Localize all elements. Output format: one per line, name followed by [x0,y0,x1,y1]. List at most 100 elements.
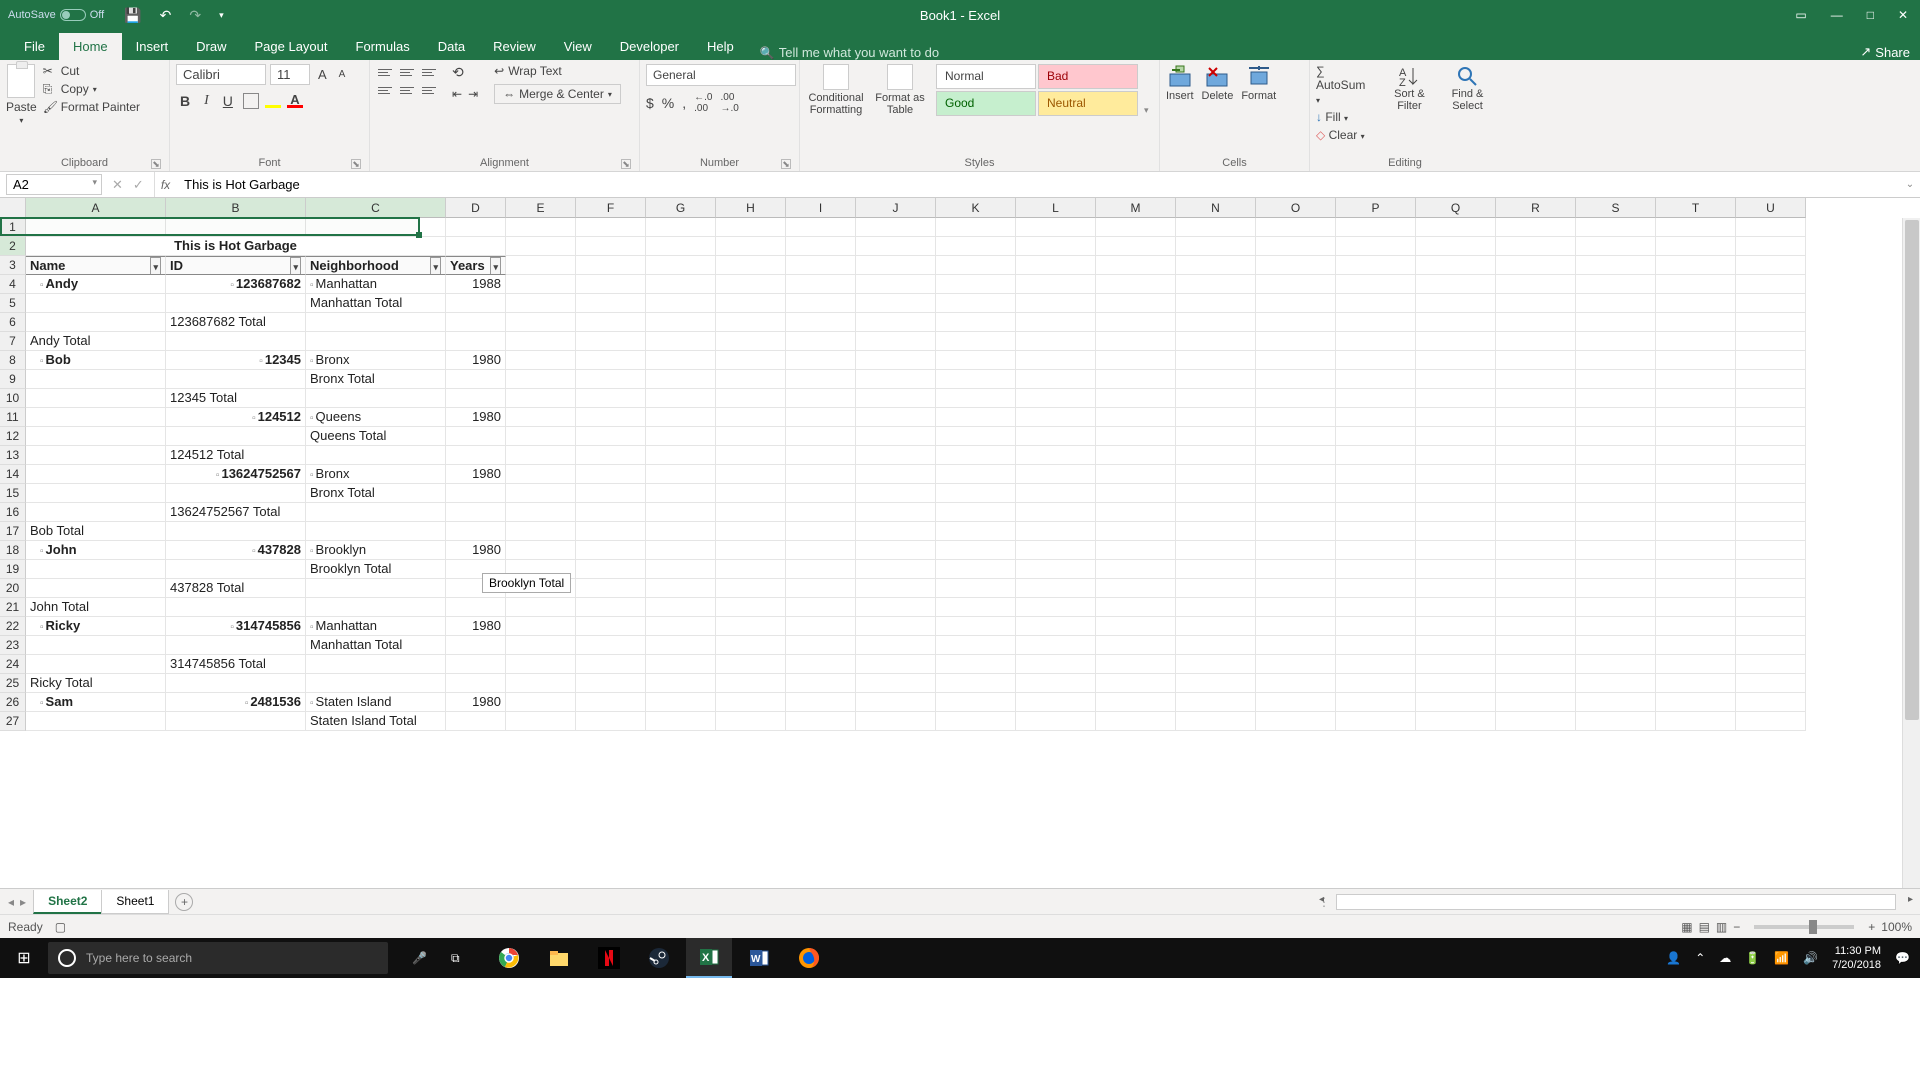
cell[interactable] [576,389,646,408]
collapse-icon[interactable]: ▫ [40,356,44,367]
cell[interactable] [1416,218,1496,237]
fill-color-button[interactable] [265,94,281,108]
cell[interactable] [446,332,506,351]
cell[interactable] [26,484,166,503]
cell[interactable] [1336,560,1416,579]
cell[interactable] [26,503,166,522]
cell[interactable] [1576,579,1656,598]
increase-indent-icon[interactable]: ⇥ [468,87,478,101]
cell[interactable] [1016,693,1096,712]
cell[interactable] [716,408,786,427]
cell[interactable] [1016,636,1096,655]
macro-record-icon[interactable]: ▢ [55,920,66,934]
maximize-icon[interactable]: □ [1867,8,1874,22]
wrap-text-button[interactable]: ↩Wrap Text [494,64,621,78]
cell[interactable] [1176,294,1256,313]
cell[interactable] [576,503,646,522]
cell[interactable] [506,218,576,237]
ribbon-tab-page-layout[interactable]: Page Layout [241,33,342,60]
format-painter-button[interactable]: 🖌Format Painter [43,100,140,114]
cell[interactable] [506,655,576,674]
cell[interactable] [576,370,646,389]
percent-format-icon[interactable]: % [662,95,674,111]
cell[interactable] [936,636,1016,655]
cell[interactable] [1496,294,1576,313]
cell[interactable] [1336,636,1416,655]
cell[interactable] [1096,370,1176,389]
cell[interactable] [1336,674,1416,693]
cut-button[interactable]: ✂Cut [43,64,140,78]
filter-dropdown-icon[interactable]: ▾ [290,257,301,275]
cell[interactable] [1336,465,1416,484]
cell[interactable] [1736,560,1806,579]
cell[interactable] [786,712,856,731]
cell[interactable] [786,427,856,446]
cell[interactable] [936,560,1016,579]
column-header[interactable]: G [646,198,716,218]
column-header[interactable]: U [1736,198,1806,218]
number-format-selector[interactable]: General [646,64,796,86]
underline-button[interactable]: U [219,91,237,111]
cell[interactable]: 1980 [446,693,506,712]
cell[interactable] [1416,541,1496,560]
cell[interactable] [936,332,1016,351]
row-header[interactable]: 23 [0,636,26,655]
collapse-icon[interactable]: ▫ [259,356,263,367]
cell[interactable] [856,218,936,237]
cell[interactable] [1416,294,1496,313]
cell[interactable] [1096,541,1176,560]
font-size-selector[interactable]: 11 [270,64,310,85]
cell[interactable] [856,674,936,693]
row-header[interactable]: 26 [0,693,26,712]
cell[interactable] [1496,389,1576,408]
cell[interactable] [26,712,166,731]
cell[interactable] [1576,256,1656,275]
cell[interactable] [646,275,716,294]
cell[interactable]: ▫Queens [306,408,446,427]
insert-cells-button[interactable]: Insert [1166,64,1194,102]
cell[interactable]: ▫Andy [26,275,166,294]
cell[interactable]: 1980 [446,541,506,560]
cell[interactable] [1736,389,1806,408]
cell[interactable]: 1980 [446,408,506,427]
cell[interactable] [576,313,646,332]
cell[interactable] [1416,313,1496,332]
cell[interactable] [576,256,646,275]
cell[interactable] [1176,503,1256,522]
cell[interactable] [1336,617,1416,636]
cell[interactable] [856,541,936,560]
column-header[interactable]: M [1096,198,1176,218]
cell[interactable] [166,332,306,351]
cell[interactable]: 1980 [446,465,506,484]
cell[interactable] [166,218,306,237]
cell[interactable] [1656,294,1736,313]
ribbon-tab-view[interactable]: View [550,33,606,60]
delete-cells-button[interactable]: Delete [1202,64,1234,102]
cell[interactable] [1176,351,1256,370]
cell[interactable] [1656,256,1736,275]
cell[interactable] [1176,674,1256,693]
cell[interactable] [1096,674,1176,693]
cell[interactable] [1496,256,1576,275]
cell[interactable] [1496,218,1576,237]
cell[interactable] [1336,370,1416,389]
cell[interactable] [1576,427,1656,446]
ribbon-tab-insert[interactable]: Insert [122,33,183,60]
spreadsheet-grid[interactable]: ABCDEFGHIJKLMNOPQRSTU 123456789101112131… [0,198,1920,888]
normal-view-icon[interactable]: ▦ [1681,920,1692,934]
cell[interactable] [1336,408,1416,427]
cell[interactable] [306,332,446,351]
cell[interactable] [786,370,856,389]
cell[interactable]: 124512 Total [166,446,306,465]
cell[interactable] [1736,446,1806,465]
cell[interactable] [1176,655,1256,674]
cell[interactable] [446,522,506,541]
cell[interactable] [786,256,856,275]
cell[interactable] [1416,446,1496,465]
cell[interactable] [446,237,506,256]
cell[interactable]: ▫Manhattan [306,275,446,294]
row-header[interactable]: 5 [0,294,26,313]
page-layout-view-icon[interactable]: ▤ [1699,920,1710,934]
cell[interactable] [1176,370,1256,389]
cell[interactable] [1256,636,1336,655]
